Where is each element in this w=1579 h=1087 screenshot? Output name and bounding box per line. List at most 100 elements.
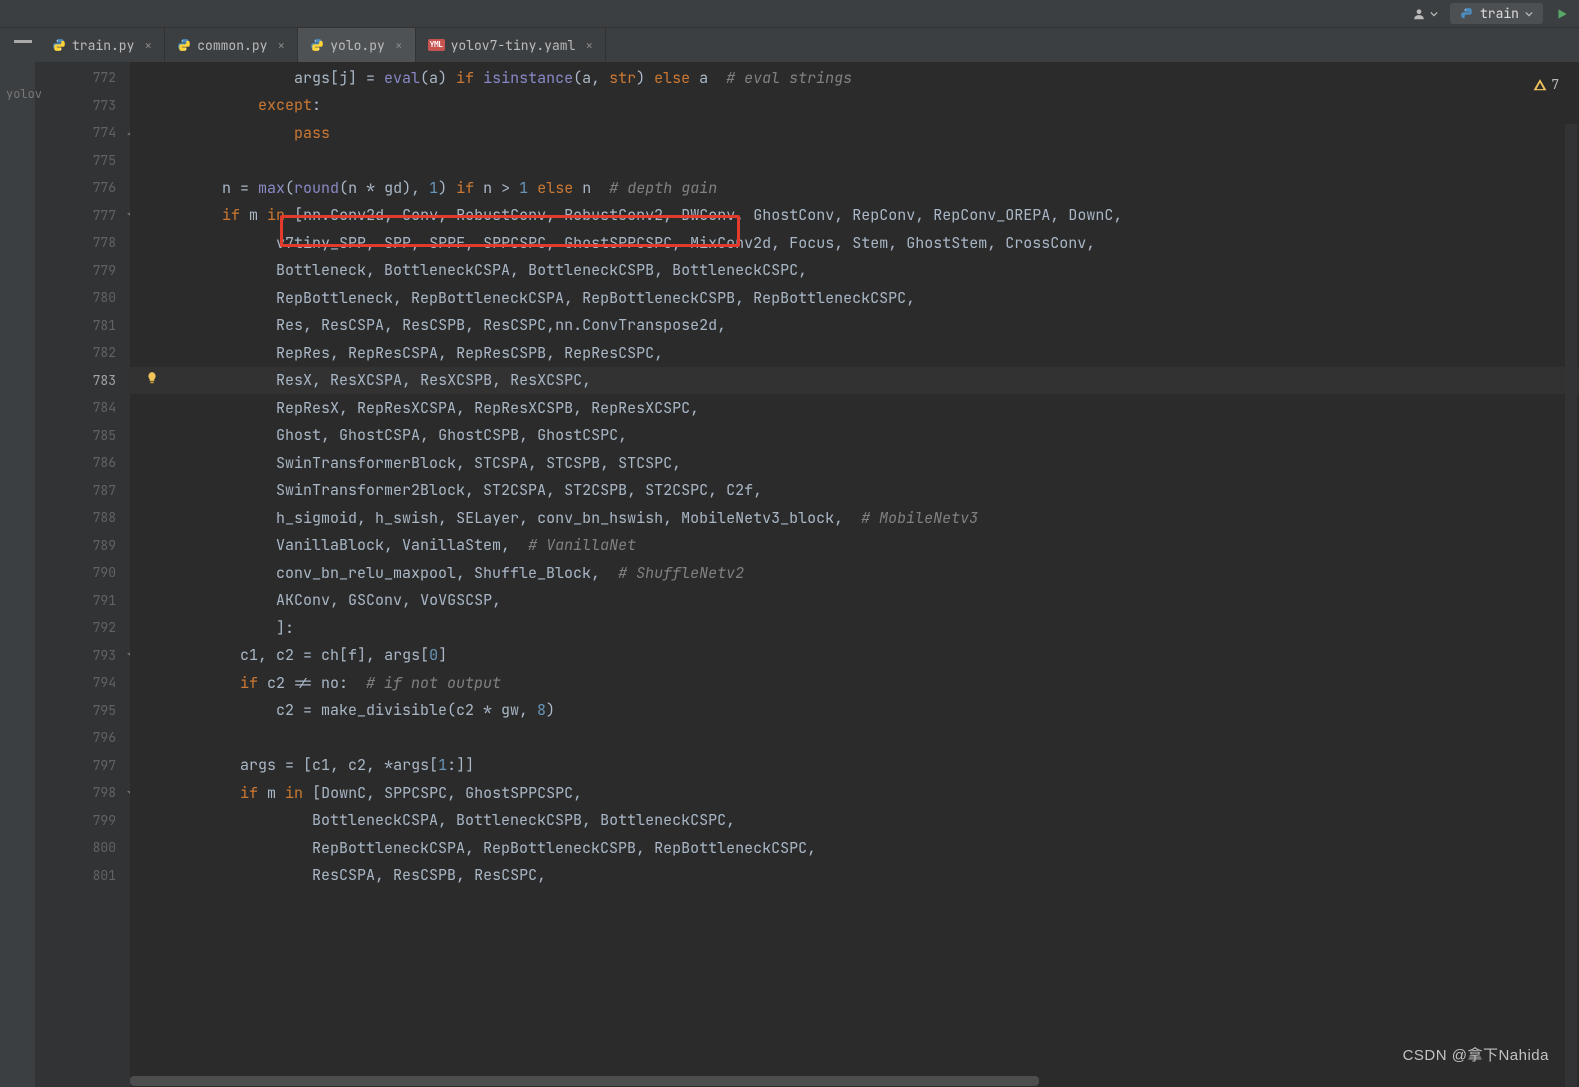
gutter-line[interactable]: 790 [35, 559, 130, 587]
code-line[interactable]: c2 = make_divisible(c2 * gw, 8) [130, 697, 1579, 725]
code-line[interactable]: RepRes, RepResCSPA, RepResCSPB, RepResCS… [130, 339, 1579, 367]
gutter-line[interactable]: 772 [35, 64, 130, 92]
gutter-line[interactable]: 787 [35, 477, 130, 505]
gutter-line[interactable]: 798 [35, 779, 130, 807]
gutter-line[interactable]: 797 [35, 752, 130, 780]
scrollbar-thumb[interactable] [130, 1076, 1039, 1086]
token: , [366, 755, 384, 775]
user-icon [1412, 7, 1426, 21]
code-line[interactable]: h_sigmoid, h_swish, SELayer, conv_bn_hsw… [130, 504, 1579, 532]
gutter-line[interactable]: 789 [35, 532, 130, 560]
gutter-line[interactable]: 774 [35, 119, 130, 147]
token: args[ [384, 645, 429, 665]
code-line[interactable] [130, 147, 1579, 175]
code-line[interactable]: n = max(round(n * gd), 1) if n > 1 else … [130, 174, 1579, 202]
code-line[interactable]: AKConv, GSConv, VoVGSCSP, [130, 587, 1579, 615]
gutter-line[interactable]: 778 [35, 229, 130, 257]
code-line[interactable]: Ghost, GhostCSPA, GhostCSPB, GhostCSPC, [130, 422, 1579, 450]
code-line[interactable]: except: [130, 92, 1579, 120]
token: else [537, 178, 573, 198]
gutter-line[interactable]: 788 [35, 504, 130, 532]
code-line[interactable]: RepBottleneck, RepBottleneckCSPA, RepBot… [130, 284, 1579, 312]
code-area[interactable]: args[j] = eval(a) if isinstance(a, str) … [130, 62, 1579, 1087]
gutter-line[interactable]: 792 [35, 614, 130, 642]
code-line[interactable]: Bottleneck, BottleneckCSPA, BottleneckCS… [130, 257, 1579, 285]
code-line[interactable]: RepBottleneckCSPA, RepBottleneckCSPB, Re… [130, 834, 1579, 862]
gutter-line[interactable]: 780 [35, 284, 130, 312]
gutter-line[interactable]: 782 [35, 339, 130, 367]
token: , [321, 425, 339, 445]
tab-yolov7-tiny-yaml[interactable]: YMLyolov7-tiny.yaml× [416, 28, 607, 62]
code-line[interactable]: if c2 != no: # if not output [130, 669, 1579, 697]
token: RepRes [150, 343, 330, 363]
run-config-selector[interactable]: train [1450, 3, 1543, 24]
error-stripe[interactable] [1565, 124, 1577, 1087]
gutter-line[interactable]: 795 [35, 697, 130, 725]
code-line[interactable]: conv_bn_relu_maxpool, Shuffle_Block, # S… [130, 559, 1579, 587]
gutter-line[interactable]: 793 [35, 642, 130, 670]
inspection-badge[interactable]: 7 [1533, 76, 1559, 93]
gutter-line[interactable]: 775 [35, 147, 130, 175]
gutter-line[interactable]: 784 [35, 394, 130, 422]
token: ResXCSPC [510, 370, 582, 390]
token: 1 [438, 755, 447, 775]
gutter-line[interactable]: 776 [35, 174, 130, 202]
code-line[interactable]: ResCSPA, ResCSPB, ResCSPC, [130, 862, 1579, 890]
code-line[interactable]: args[j] = eval(a) if isinstance(a, str) … [130, 64, 1579, 92]
token: isinstance [483, 68, 573, 88]
code-line[interactable]: SwinTransformerBlock, STCSPA, STCSPB, ST… [130, 449, 1579, 477]
intention-bulb-icon[interactable] [145, 371, 159, 389]
code-line[interactable]: pass [130, 119, 1579, 147]
code-line[interactable]: Res, ResCSPA, ResCSPB, ResCSPC,nn.ConvTr… [130, 312, 1579, 340]
token: ST2CSPB [564, 480, 627, 500]
token: C2f [726, 480, 753, 500]
gutter-line[interactable]: 781 [35, 312, 130, 340]
code-line[interactable]: args = [c1, c2, *args[1:]] [130, 752, 1579, 780]
code-line[interactable]: SwinTransformer2Block, ST2CSPA, ST2CSPB,… [130, 477, 1579, 505]
chevron-down-icon [1430, 10, 1438, 18]
gutter[interactable]: 7727737747757767777787797807817827837847… [35, 62, 130, 1087]
code-line[interactable]: ]: [130, 614, 1579, 642]
gutter-line[interactable]: 773 [35, 92, 130, 120]
code-line[interactable]: if m in [DownC, SPPCSPC, GhostSPPCSPC, [130, 779, 1579, 807]
gutter-line[interactable]: 785 [35, 422, 130, 450]
code-line[interactable]: c1, c2 = ch[f], args[0] [130, 642, 1579, 670]
gutter-line[interactable]: 801 [35, 862, 130, 890]
close-icon[interactable]: × [277, 37, 285, 54]
tab-common-py[interactable]: common.py× [165, 28, 298, 62]
gutter-line[interactable]: 783 [35, 367, 130, 395]
token: , [456, 563, 474, 583]
close-icon[interactable]: × [144, 37, 152, 54]
user-menu[interactable] [1412, 7, 1438, 21]
token: n [573, 178, 609, 198]
left-tool-rail[interactable]: yolov [0, 62, 35, 1087]
code-line[interactable]: v7tiny_SPP, SPP, SPPF, SPPCSPC, GhostSPP… [130, 229, 1579, 257]
code-line[interactable] [130, 724, 1579, 752]
code-line[interactable]: ResX, ResXCSPA, ResXCSPB, ResXCSPC, [130, 367, 1579, 395]
gutter-line[interactable]: 777 [35, 202, 130, 230]
code-line[interactable]: VanillaBlock, VanillaStem, # VanillaNet [130, 532, 1579, 560]
run-button[interactable] [1555, 7, 1569, 21]
tab-yolo-py[interactable]: yolo.py× [298, 28, 415, 62]
token: , [546, 233, 564, 253]
gutter-line[interactable]: 779 [35, 257, 130, 285]
token: n = [150, 178, 258, 198]
gutter-line[interactable]: 791 [35, 587, 130, 615]
gutter-line[interactable]: 796 [35, 724, 130, 752]
token: , [393, 288, 411, 308]
code-line[interactable]: RepResX, RepResXCSPA, RepResXCSPB, RepRe… [130, 394, 1579, 422]
gutter-line[interactable]: 799 [35, 807, 130, 835]
close-icon[interactable]: × [395, 37, 403, 54]
token: , [501, 535, 528, 555]
token: conv_bn_relu_maxpool [150, 563, 456, 583]
gutter-line[interactable]: 794 [35, 669, 130, 697]
token: SwinTransformerBlock [150, 453, 456, 473]
tab-train-py[interactable]: train.py× [40, 28, 165, 62]
code-line[interactable]: if m in [nn.Conv2d, Conv, RobustConv, Ro… [130, 202, 1579, 230]
close-icon[interactable]: × [585, 37, 593, 54]
gutter-line[interactable]: 786 [35, 449, 130, 477]
gutter-line[interactable]: 800 [35, 834, 130, 862]
code-line[interactable]: BottleneckCSPA, BottleneckCSPB, Bottlene… [130, 807, 1579, 835]
minimize-icon[interactable] [14, 40, 32, 43]
horizontal-scrollbar[interactable] [130, 1075, 1529, 1087]
